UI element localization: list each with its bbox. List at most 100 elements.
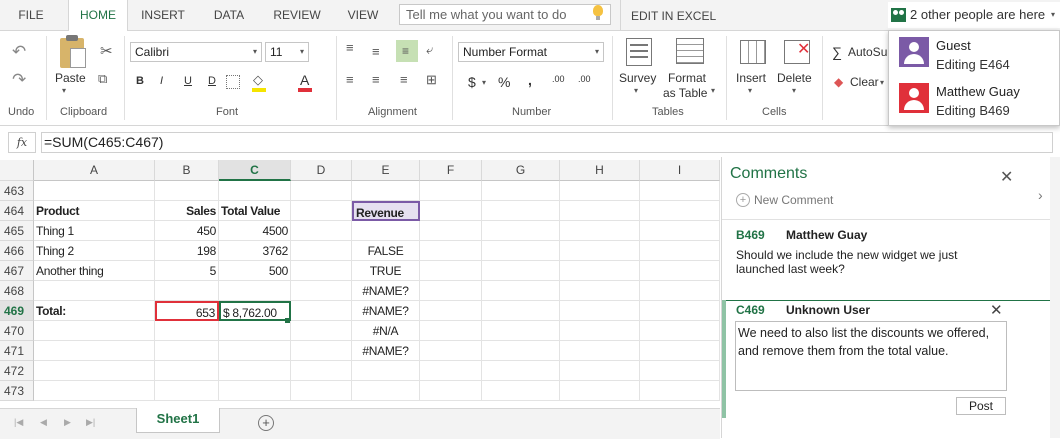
- grid-cell[interactable]: [34, 321, 155, 341]
- grid-cell[interactable]: [219, 381, 291, 401]
- grid-cell[interactable]: [482, 181, 560, 201]
- row-header[interactable]: 471: [0, 341, 34, 361]
- grid-cell[interactable]: [640, 321, 720, 341]
- column-header[interactable]: I: [640, 160, 720, 181]
- copy-icon[interactable]: ⧉: [98, 71, 107, 87]
- column-header[interactable]: G: [482, 160, 560, 181]
- grid-cell[interactable]: [155, 321, 219, 341]
- align-middle-icon[interactable]: ≡: [372, 44, 380, 59]
- grid-cell[interactable]: TRUE: [352, 261, 420, 281]
- row-header[interactable]: 467: [0, 261, 34, 281]
- tab-view[interactable]: VIEW: [336, 0, 390, 30]
- grid-cell[interactable]: Thing 2: [34, 241, 155, 261]
- grid-cell[interactable]: [420, 281, 482, 301]
- grid-cell[interactable]: [640, 201, 720, 221]
- clear-button[interactable]: Clear: [850, 75, 879, 89]
- tab-file[interactable]: FILE: [0, 0, 62, 30]
- row-header[interactable]: 473: [0, 381, 34, 401]
- currency-button[interactable]: $: [468, 74, 476, 90]
- comma-button[interactable]: ,: [528, 72, 532, 88]
- underline-button[interactable]: U: [184, 75, 192, 87]
- column-header[interactable]: F: [420, 160, 482, 181]
- survey-icon[interactable]: [626, 38, 652, 66]
- chevron-down-icon[interactable]: ▾: [62, 86, 66, 95]
- grid-cell[interactable]: [352, 221, 420, 241]
- increase-decimal-button[interactable]: .00: [552, 74, 565, 84]
- tab-review[interactable]: REVIEW: [264, 0, 330, 30]
- edit-in-excel-button[interactable]: EDIT IN EXCEL: [620, 0, 716, 30]
- grid-cell[interactable]: [482, 341, 560, 361]
- grid-cell[interactable]: [155, 341, 219, 361]
- comment-cell-ref[interactable]: C469: [736, 303, 765, 317]
- grid-cell[interactable]: [482, 361, 560, 381]
- grid-cell[interactable]: [482, 241, 560, 261]
- grid-cell[interactable]: [34, 181, 155, 201]
- delete-cells-icon[interactable]: ✕: [784, 40, 810, 64]
- grid-cell[interactable]: [291, 361, 352, 381]
- grid-cell[interactable]: [420, 241, 482, 261]
- chevron-down-icon[interactable]: ▾: [748, 86, 752, 95]
- chevron-down-icon[interactable]: ▾: [711, 86, 715, 95]
- tab-data[interactable]: DATA: [200, 0, 258, 30]
- grid-cell[interactable]: [420, 301, 482, 321]
- grid-cell[interactable]: [420, 181, 482, 201]
- font-name-select[interactable]: Calibri ▾: [130, 42, 262, 62]
- grid-cell[interactable]: [560, 201, 640, 221]
- grid-cell[interactable]: [420, 261, 482, 281]
- grid-cell[interactable]: [420, 201, 482, 221]
- sigma-icon[interactable]: ∑: [832, 44, 842, 60]
- chevron-down-icon[interactable]: ▾: [482, 78, 486, 87]
- column-header[interactable]: D: [291, 160, 352, 181]
- grid-cell[interactable]: Revenue: [352, 201, 420, 221]
- grid-cell[interactable]: Product: [34, 201, 155, 221]
- align-center-icon[interactable]: ≡: [372, 72, 380, 87]
- grid-cell[interactable]: [352, 181, 420, 201]
- grid-cell[interactable]: [291, 281, 352, 301]
- new-comment-button[interactable]: New Comment: [754, 193, 833, 207]
- grid-cell[interactable]: 450: [155, 221, 219, 241]
- add-comment-icon[interactable]: +: [736, 193, 750, 207]
- grid-cell[interactable]: [640, 341, 720, 361]
- grid-cell[interactable]: [219, 281, 291, 301]
- grid-cell[interactable]: [352, 361, 420, 381]
- number-format-select[interactable]: Number Format ▾: [458, 42, 604, 62]
- grid-cell[interactable]: [219, 321, 291, 341]
- close-icon[interactable]: ✕: [1000, 167, 1013, 187]
- format-as-table-line2[interactable]: as Table: [663, 86, 707, 100]
- grid-cell[interactable]: [640, 361, 720, 381]
- grid-cell[interactable]: Total:: [34, 301, 155, 321]
- grid-cell[interactable]: 198: [155, 241, 219, 261]
- presence-button[interactable]: 2 other people are here ▾: [888, 2, 1060, 28]
- grid-cell[interactable]: [34, 281, 155, 301]
- grid-cell[interactable]: [482, 201, 560, 221]
- sheet-tab[interactable]: Sheet1: [136, 408, 220, 433]
- grid-cell[interactable]: [291, 381, 352, 401]
- column-header[interactable]: E: [352, 160, 420, 181]
- grid-cell[interactable]: [291, 221, 352, 241]
- decrease-decimal-button[interactable]: .00: [578, 74, 591, 84]
- row-header[interactable]: 464: [0, 201, 34, 221]
- grid-cell[interactable]: 653: [155, 301, 219, 321]
- grid-cell[interactable]: 3762: [219, 241, 291, 261]
- format-as-table-icon[interactable]: [676, 38, 704, 64]
- post-button[interactable]: Post: [956, 397, 1006, 415]
- grid-cell[interactable]: [640, 301, 720, 321]
- grid-cell[interactable]: 500: [219, 261, 291, 281]
- column-header[interactable]: H: [560, 160, 640, 181]
- grid-cell[interactable]: #NAME?: [352, 281, 420, 301]
- grid-cell[interactable]: #N/A: [352, 321, 420, 341]
- insert-button[interactable]: Insert: [736, 71, 766, 85]
- tell-me-input[interactable]: Tell me what you want to do: [399, 4, 611, 25]
- grid-cell[interactable]: [560, 221, 640, 241]
- chevron-down-icon[interactable]: ▾: [634, 86, 638, 95]
- autosum-button[interactable]: AutoSu: [848, 45, 887, 59]
- double-underline-button[interactable]: D: [208, 75, 216, 87]
- grid-cell[interactable]: [291, 261, 352, 281]
- grid-cell[interactable]: [560, 281, 640, 301]
- align-right-icon[interactable]: ≡: [400, 72, 408, 87]
- insert-cells-icon[interactable]: [740, 40, 766, 64]
- grid-cell[interactable]: Thing 1: [34, 221, 155, 241]
- row-header[interactable]: 468: [0, 281, 34, 301]
- tab-insert[interactable]: INSERT: [132, 0, 194, 30]
- grid-cell[interactable]: [482, 381, 560, 401]
